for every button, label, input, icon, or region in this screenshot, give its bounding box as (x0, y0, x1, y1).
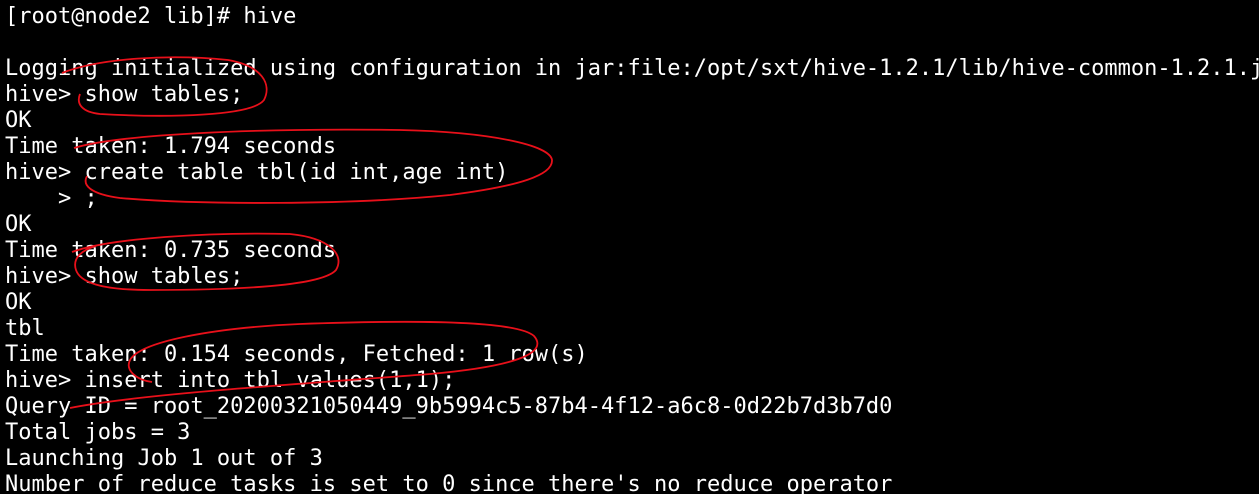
terminal-line-total-jobs: Total jobs = 3 (5, 420, 191, 445)
terminal-line-time-fetched: Time taken: 0.154 seconds, Fetched: 1 ro… (5, 342, 588, 367)
terminal-line-show-tables: hive> show tables; (5, 264, 244, 289)
terminal-line-insert: hive> insert into tbl values(1,1); (5, 368, 456, 393)
terminal-window[interactable]: [root@node2 lib]# hive Logging initializ… (0, 0, 1259, 494)
terminal-line-time-taken: Time taken: 1.794 seconds (5, 134, 337, 159)
terminal-line-ok: OK (5, 108, 32, 133)
terminal-line-logging: Logging initialized using configuration … (5, 56, 1259, 81)
terminal-line-time-taken: Time taken: 0.735 seconds (5, 238, 337, 263)
terminal-line-query-id: Query ID = root_20200321050449_9b5994c5-… (5, 394, 893, 419)
terminal-line-ok: OK (5, 290, 32, 315)
terminal-line-launching-job: Launching Job 1 out of 3 (5, 446, 323, 471)
terminal-line-show-tables: hive> show tables; (5, 82, 244, 107)
terminal-line-create-table: hive> create table tbl(id int,age int) (5, 160, 509, 185)
terminal-line-reduce-tasks: Number of reduce tasks is set to 0 since… (5, 472, 893, 494)
terminal-line-continuation: > ; (5, 186, 98, 211)
terminal-line-table-name: tbl (5, 316, 45, 341)
terminal-line-shell-prompt: [root@node2 lib]# hive (5, 4, 297, 29)
terminal-line-ok: OK (5, 212, 32, 237)
